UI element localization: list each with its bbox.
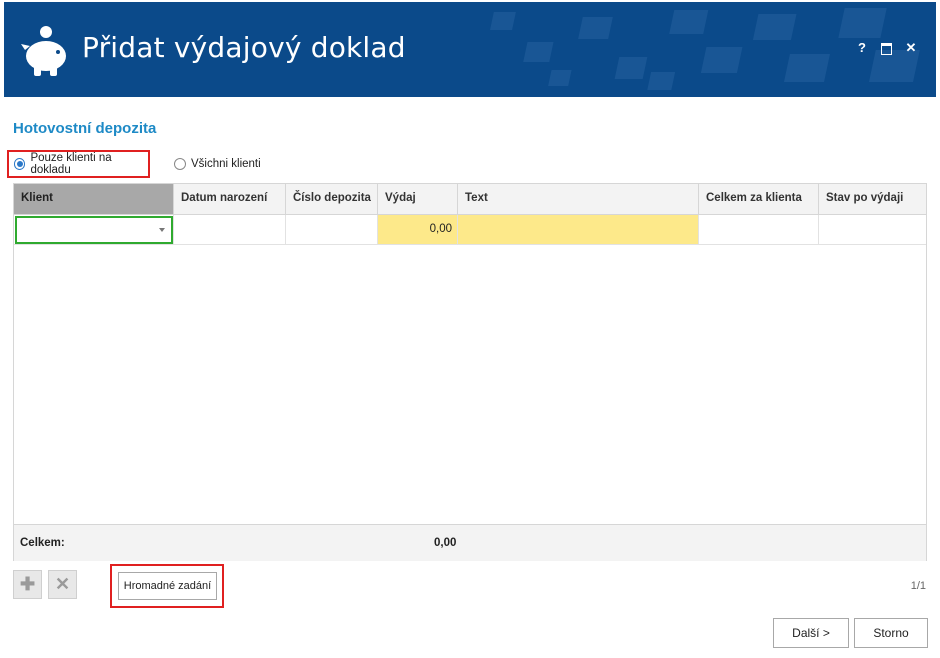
table-row[interactable]: 0,00	[14, 215, 926, 245]
maximize-icon	[880, 43, 892, 55]
radio-only-doc-clients-label: Pouze klienti na dokladu	[30, 152, 112, 176]
radio-selected-icon	[14, 158, 26, 170]
delete-row-button[interactable]: ✕	[48, 570, 77, 599]
x-icon: ✕	[54, 574, 71, 594]
column-header-vydaj[interactable]: Výdaj	[378, 184, 458, 214]
radio-only-doc-clients[interactable]: Pouze klienti na dokladu	[7, 150, 150, 178]
dialog-title: Přidat výdajový doklad	[82, 31, 406, 64]
total-label: Celkem:	[20, 537, 65, 549]
cell-datum-narozeni[interactable]	[174, 215, 286, 244]
column-header-datum-narozeni[interactable]: Datum narození	[174, 184, 286, 214]
cancel-button[interactable]: Storno	[854, 618, 928, 648]
column-header-klient[interactable]: Klient	[14, 184, 174, 214]
deposit-grid: Klient Datum narození Číslo depozita Výd…	[13, 183, 927, 561]
column-header-celkem-za-klienta[interactable]: Celkem za klienta	[699, 184, 819, 214]
add-row-button[interactable]: ✚	[13, 570, 42, 599]
chevron-down-icon[interactable]	[159, 228, 165, 232]
bulk-entry-button[interactable]: Hromadné zadání	[118, 572, 217, 600]
cell-klient[interactable]	[14, 215, 174, 244]
column-header-stav-po-vydaji[interactable]: Stav po výdaji	[819, 184, 926, 214]
radio-all-clients[interactable]: Všichni klienti	[174, 150, 261, 178]
piggy-bank-icon	[21, 26, 66, 76]
total-value: 0,00	[434, 537, 457, 549]
maximize-button[interactable]	[878, 40, 894, 56]
help-button[interactable]: ?	[854, 40, 870, 56]
grid-header: Klient Datum narození Číslo depozita Výd…	[14, 184, 926, 215]
column-header-cislo-depozita[interactable]: Číslo depozita	[286, 184, 378, 214]
radio-all-clients-label: Všichni klienti	[191, 158, 261, 170]
section-title: Hotovostní depozita	[13, 120, 157, 137]
column-header-text[interactable]: Text	[458, 184, 699, 214]
client-combobox[interactable]	[15, 216, 173, 244]
radio-unselected-icon	[174, 158, 186, 170]
dialog-header: Přidat výdajový doklad ? ✕	[4, 2, 936, 97]
cell-text[interactable]	[458, 215, 699, 244]
cell-celkem-za-klienta	[699, 215, 819, 244]
plus-icon: ✚	[19, 574, 36, 594]
grid-footer: Celkem: 0,00	[14, 524, 926, 561]
cell-vydaj[interactable]: 0,00	[378, 215, 458, 244]
next-button[interactable]: Další >	[773, 618, 849, 648]
cell-stav-po-vydaji	[819, 215, 926, 244]
bulk-entry-highlight: Hromadné zadání	[110, 564, 224, 608]
close-button[interactable]: ✕	[903, 40, 919, 56]
page-indicator: 1/1	[910, 580, 926, 592]
cell-cislo-depozita[interactable]	[286, 215, 378, 244]
